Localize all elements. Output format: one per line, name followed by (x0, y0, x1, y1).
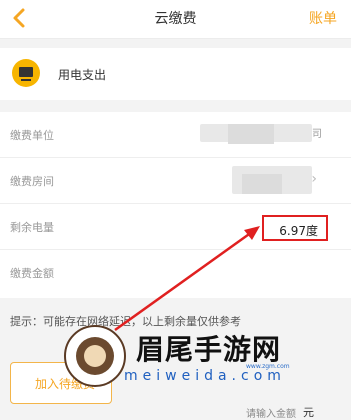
amount-input[interactable]: 请输入金额 (246, 405, 296, 420)
unit-value-redacted-block (228, 124, 274, 144)
room-label: 缴费房间 (10, 175, 54, 188)
page-title: 云缴费 (154, 11, 197, 27)
watermark-url-small: www.zgm.com (246, 363, 290, 370)
payment-form: 缴费单位 司 缴费房间 › 剩余电量 6.97度 缴费金额 请输入金额 元 (0, 112, 351, 420)
unit-row: 缴费单位 司 (0, 112, 351, 158)
amount-row: 缴费金额 请输入金额 元 (0, 250, 351, 420)
room-value-redacted-block (242, 174, 282, 194)
remaining-value-highlight: 6.97度 (262, 215, 328, 241)
remaining-value: 6.97度 (279, 224, 318, 238)
remaining-label: 剩余电量 (10, 221, 54, 234)
payment-category[interactable]: 用电支出 (0, 48, 351, 100)
amount-label: 缴费金额 (10, 267, 54, 280)
unit-label: 缴费单位 (10, 129, 54, 142)
top-bar: 云缴费 账单 (0, 0, 351, 39)
hint-text: 提示：可能存在网络延迟，以上剩余量仅供参考 (10, 315, 241, 328)
room-row[interactable]: 缴费房间 › (0, 158, 351, 204)
bill-link[interactable]: 账单 (309, 8, 337, 28)
watermark-url: meiweida.com (124, 368, 286, 384)
category-label: 用电支出 (58, 68, 107, 82)
amount-unit: 元 (303, 406, 314, 419)
watermark-text: 眉尾手游网 (136, 333, 282, 366)
chevron-right-icon: › (311, 171, 317, 187)
watermark-logo (64, 325, 126, 387)
unit-value-tail: 司 (312, 129, 322, 140)
tv-icon (12, 59, 40, 87)
